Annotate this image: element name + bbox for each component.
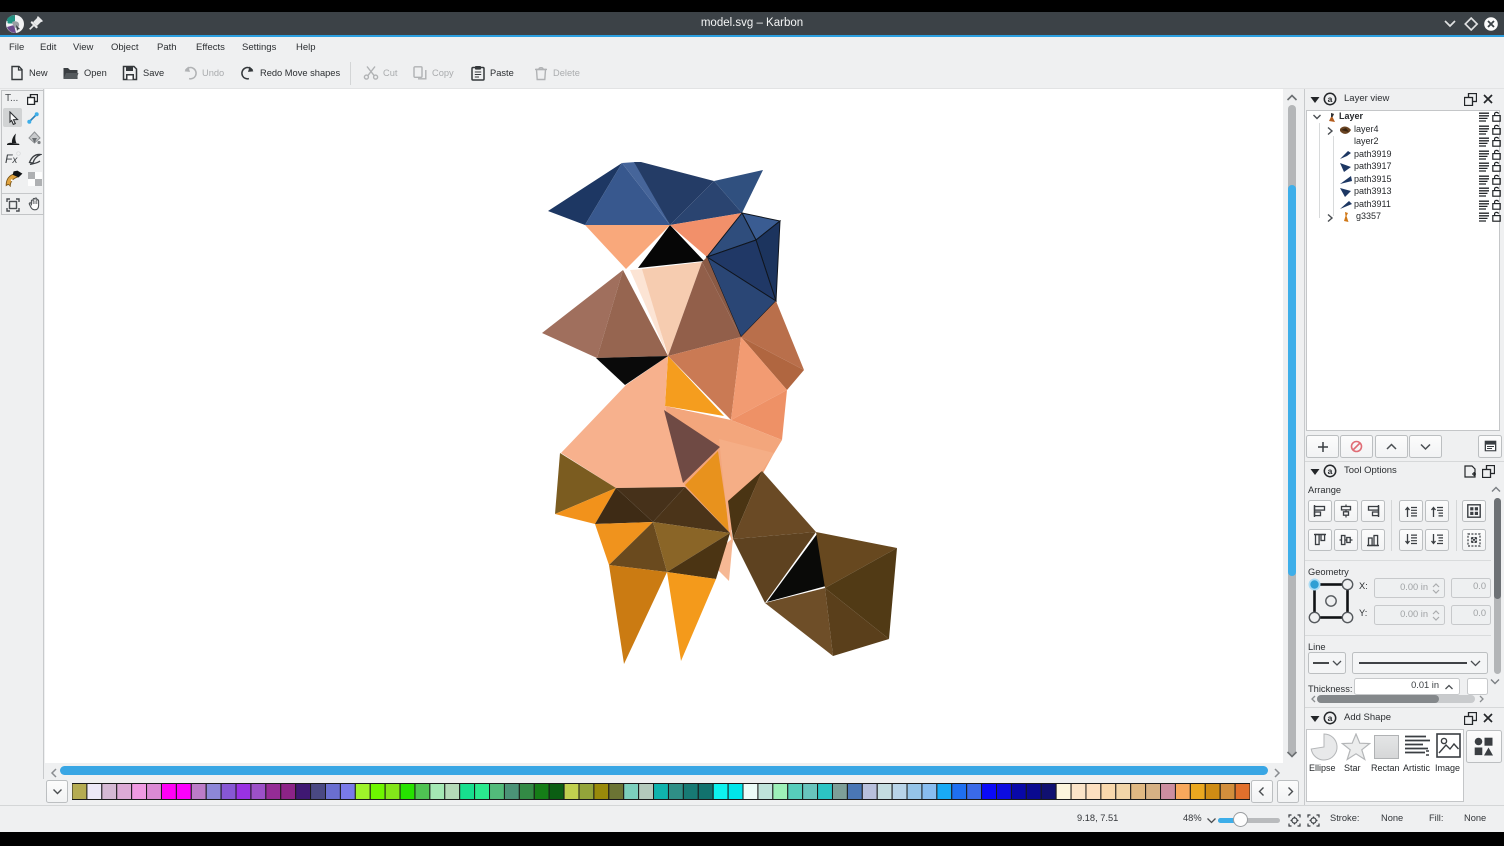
svg-text:a: a — [1328, 713, 1333, 723]
svg-text:a: a — [1328, 466, 1333, 476]
svg-text:a: a — [1328, 94, 1333, 104]
